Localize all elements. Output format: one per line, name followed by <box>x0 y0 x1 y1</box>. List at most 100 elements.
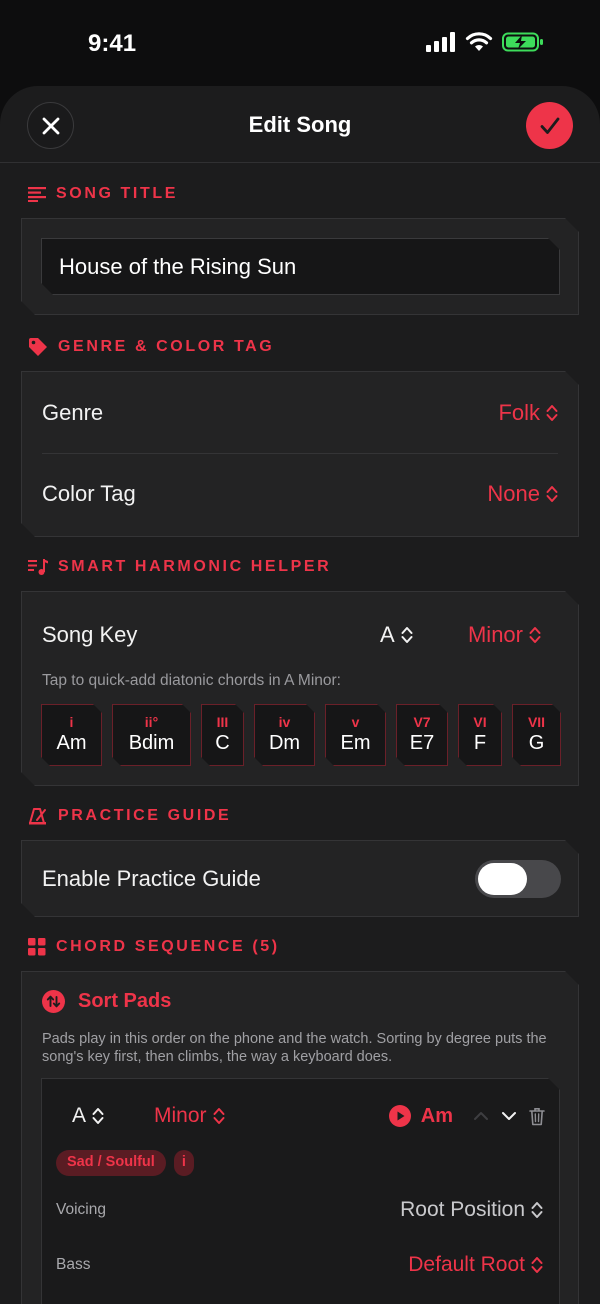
chord-name: E7 <box>409 732 435 754</box>
genre-row[interactable]: Genre Folk <box>42 400 558 426</box>
chevron-up-down-icon <box>401 626 413 644</box>
pad-root-picker[interactable]: A <box>72 1104 104 1128</box>
key-root-picker[interactable]: A <box>380 622 413 648</box>
voicing-picker[interactable]: Root Position <box>400 1198 543 1222</box>
chord-pad: A Minor Am Sad / Soulful i Voicing Root … <box>41 1078 560 1304</box>
chevron-up-down-icon <box>213 1107 225 1125</box>
battery-charging-icon <box>502 32 543 52</box>
divider <box>42 453 558 454</box>
play-chord-button[interactable]: Am <box>389 1105 453 1128</box>
metronome-icon <box>29 808 46 825</box>
genre-color-card: Genre Folk Color Tag None <box>21 371 579 537</box>
chevron-up-down-icon <box>546 404 558 422</box>
color-tag-row[interactable]: Color Tag None <box>42 481 558 507</box>
bass-value: Default Root <box>408 1253 525 1276</box>
pad-chord-name: Am <box>420 1104 453 1127</box>
section-header-harmonic: SMART HARMONIC HELPER <box>28 558 331 576</box>
genre-value: Folk <box>498 400 540 425</box>
voicing-label: Voicing <box>56 1201 106 1218</box>
chord-degree: i <box>69 714 74 730</box>
chord-button[interactable]: V7 E7 <box>396 704 448 766</box>
key-mode-picker[interactable]: Minor <box>468 622 541 648</box>
chord-name: Am <box>56 732 87 754</box>
section-title: GENRE & COLOR TAG <box>58 338 275 355</box>
key-root-value: A <box>380 622 395 647</box>
chevron-up-down-icon <box>531 1256 543 1274</box>
chord-degree: V7 <box>413 714 431 730</box>
move-up-icon[interactable] <box>473 1111 489 1121</box>
chord-degree: ii° <box>144 714 159 730</box>
nav-bar: Edit Song <box>0 86 600 163</box>
color-tag-value: None <box>487 481 540 506</box>
chord-name: Dm <box>268 732 301 754</box>
chord-button[interactable]: v Em <box>325 704 386 766</box>
color-tag-label: Color Tag <box>42 481 136 506</box>
status-time: 9:41 <box>88 30 137 57</box>
chord-degree: III <box>216 714 229 730</box>
chord-name: G <box>528 732 545 754</box>
color-tag-picker[interactable]: None <box>487 481 558 507</box>
pad-tags: Sad / Soulful i <box>56 1150 194 1176</box>
practice-guide-toggle[interactable] <box>475 860 561 898</box>
edit-song-sheet: Edit Song SONG TITLE House of the Rising… <box>0 86 600 1304</box>
chord-degree: VII <box>527 714 546 730</box>
chord-degree: v <box>351 714 360 730</box>
section-header-genre-color: GENRE & COLOR TAG <box>28 337 274 357</box>
chord-name: Em <box>340 732 371 754</box>
genre-label: Genre <box>42 400 104 425</box>
chord-button[interactable]: VI F <box>458 704 502 766</box>
save-button[interactable] <box>526 102 573 149</box>
genre-picker[interactable]: Folk <box>498 400 558 426</box>
pad-mode-picker[interactable]: Minor <box>154 1104 225 1128</box>
practice-guide-card: Enable Practice Guide <box>21 840 579 917</box>
pad-mode-value: Minor <box>154 1104 207 1127</box>
chord-name: C <box>215 732 230 754</box>
bass-picker[interactable]: Default Root <box>408 1253 543 1277</box>
harmonic-helper-card: Song Key A Minor Tap to quick-add diaton… <box>21 591 579 786</box>
section-title: CHORD SEQUENCE (5) <box>56 938 280 955</box>
voicing-row: Voicing Root Position <box>56 1198 543 1222</box>
text-lines-icon <box>28 187 46 202</box>
pad-header: A Minor Am <box>72 1103 545 1129</box>
section-header-song-title: SONG TITLE <box>28 185 178 203</box>
song-key-label: Song Key <box>42 622 138 647</box>
sort-description: Pads play in this order on the phone and… <box>42 1031 547 1065</box>
song-title-card: House of the Rising Sun <box>21 218 579 315</box>
chevron-up-down-icon <box>529 626 541 644</box>
chord-sequence-card: Sort Pads Pads play in this order on the… <box>21 971 579 1304</box>
info-badge[interactable]: i <box>174 1150 194 1176</box>
music-list-icon <box>28 559 48 575</box>
chevron-up-down-icon <box>546 485 558 503</box>
sort-pads-button[interactable]: Sort Pads <box>42 990 171 1013</box>
chord-button[interactable]: iv Dm <box>254 704 315 766</box>
checkmark-icon <box>540 117 559 134</box>
section-title: PRACTICE GUIDE <box>58 807 232 824</box>
chevron-up-down-icon <box>531 1201 543 1219</box>
toggle-knob <box>478 863 527 895</box>
grid-icon <box>28 938 46 956</box>
bass-row: Bass Default Root <box>56 1253 543 1277</box>
voicing-value: Root Position <box>400 1198 525 1221</box>
chord-name: Bdim <box>128 732 175 754</box>
move-down-icon[interactable] <box>501 1111 517 1121</box>
chord-degree: iv <box>278 714 291 730</box>
pad-root-value: A <box>72 1104 87 1127</box>
chord-button[interactable]: ii° Bdim <box>112 704 191 766</box>
wifi-icon <box>465 32 493 51</box>
practice-guide-row: Enable Practice Guide <box>42 860 558 898</box>
practice-guide-label: Enable Practice Guide <box>42 866 261 891</box>
section-header-practice: PRACTICE GUIDE <box>28 807 231 825</box>
sort-pads-label: Sort Pads <box>78 990 172 1012</box>
chord-button[interactable]: i Am <box>41 704 102 766</box>
signal-icon <box>426 32 455 52</box>
chord-button[interactable]: III C <box>201 704 244 766</box>
pad-controls: Am <box>389 1105 545 1128</box>
page-title: Edit Song <box>248 112 352 137</box>
trash-icon[interactable] <box>529 1107 545 1126</box>
harmonic-hint: Tap to quick-add diatonic chords in A Mi… <box>42 672 341 689</box>
bass-label: Bass <box>56 1256 91 1273</box>
section-header-sequence: CHORD SEQUENCE (5) <box>28 938 280 956</box>
song-title-input[interactable]: House of the Rising Sun <box>41 238 560 295</box>
status-bar: 9:41 <box>0 0 600 88</box>
chord-button[interactable]: VII G <box>512 704 561 766</box>
